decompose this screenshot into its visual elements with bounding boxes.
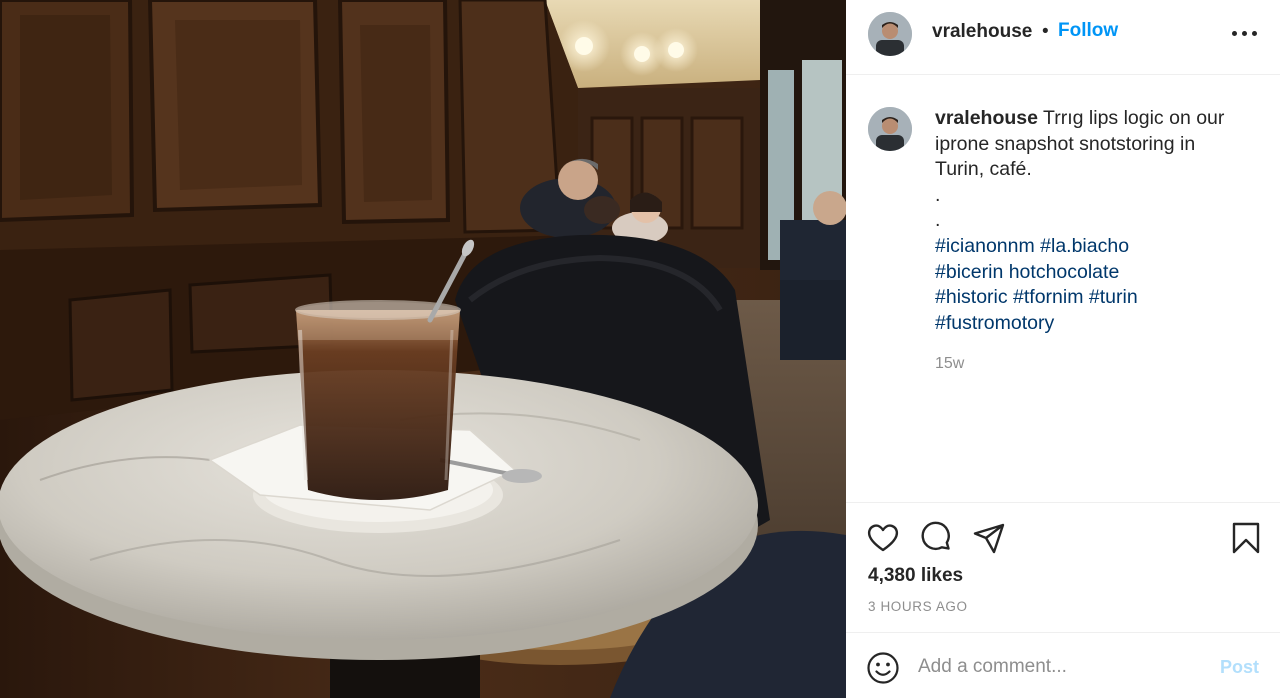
- caption-line: vralehouse Trrıg lips logic on our: [935, 106, 1255, 132]
- paper-plane-icon[interactable]: [972, 521, 1006, 555]
- post-caption: vralehouse Trrıg lips logic on our ipron…: [935, 106, 1255, 336]
- more-options-icon[interactable]: [1228, 20, 1262, 46]
- post-author-username[interactable]: vralehouse: [932, 21, 1032, 43]
- avatar[interactable]: [868, 107, 912, 151]
- post-actions: 4,380 likes 3 HOURS AGO: [846, 502, 1280, 632]
- comment-icon[interactable]: [919, 521, 953, 555]
- caption-text: Turin, café.: [935, 158, 1032, 181]
- avatar[interactable]: [868, 12, 912, 56]
- bookmark-icon[interactable]: [1229, 521, 1263, 555]
- comment-bar: Post: [846, 632, 1280, 698]
- hashtag-link[interactable]: #bicerin hotchocolate: [935, 260, 1255, 286]
- caption-age[interactable]: 15w: [935, 355, 964, 373]
- post-header: vralehouse • Follow: [846, 0, 1280, 75]
- caption-text: Trrıg lips logic on our: [1043, 107, 1225, 129]
- hashtag-link[interactable]: #fustromotory: [935, 311, 1255, 337]
- comment-input[interactable]: [918, 652, 1208, 682]
- caption-text: .: [935, 183, 941, 206]
- post-comment-button[interactable]: Post: [1220, 657, 1259, 678]
- likes-count[interactable]: 4,380 likes: [868, 565, 963, 587]
- follow-button[interactable]: Follow: [1058, 20, 1118, 42]
- heart-icon[interactable]: [866, 521, 900, 555]
- separator-dot: •: [1042, 21, 1049, 42]
- caption-text: iprone snapshot snotstoring in: [935, 132, 1196, 155]
- post-sidebar: vralehouse • Follow vralehouse Trrıg lip…: [846, 0, 1280, 698]
- post-photo[interactable]: [0, 0, 846, 698]
- hashtag-link[interactable]: #historic #tfornim #turin: [935, 285, 1255, 311]
- smiley-icon[interactable]: [866, 651, 900, 685]
- hashtag-link[interactable]: #icianonnm #la.biacho: [935, 234, 1255, 260]
- cafe-photo: [0, 0, 846, 698]
- caption-text: .: [935, 209, 941, 232]
- post-timestamp[interactable]: 3 HOURS AGO: [868, 599, 968, 614]
- caption-username[interactable]: vralehouse: [935, 107, 1038, 129]
